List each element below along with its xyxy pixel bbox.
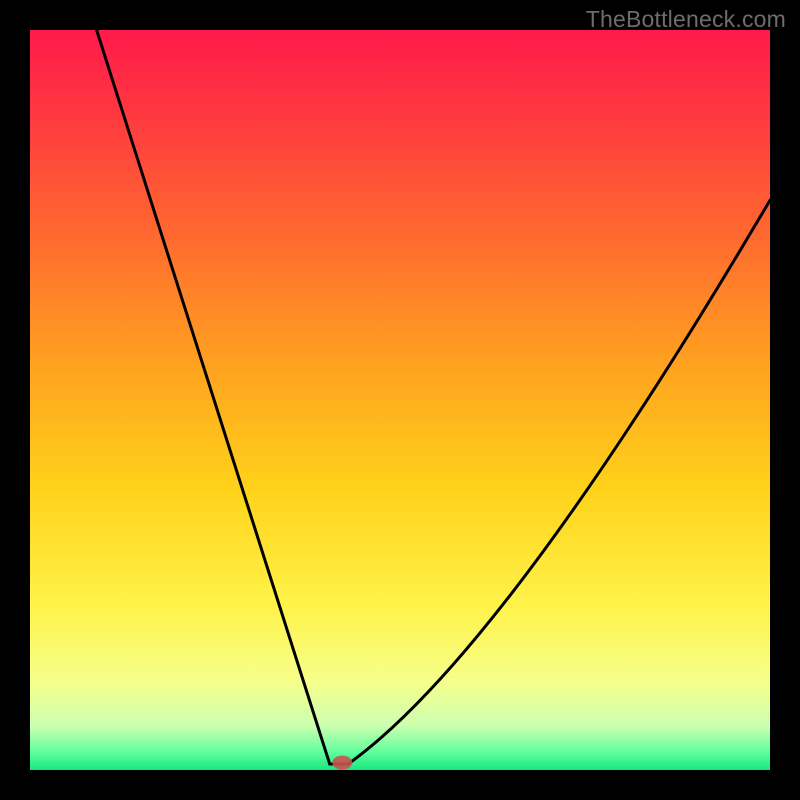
bottleneck-chart xyxy=(0,0,800,800)
watermark-label: TheBottleneck.com xyxy=(586,6,786,33)
minimum-marker xyxy=(332,756,352,770)
plot-background xyxy=(30,30,770,770)
chart-frame: TheBottleneck.com xyxy=(0,0,800,800)
